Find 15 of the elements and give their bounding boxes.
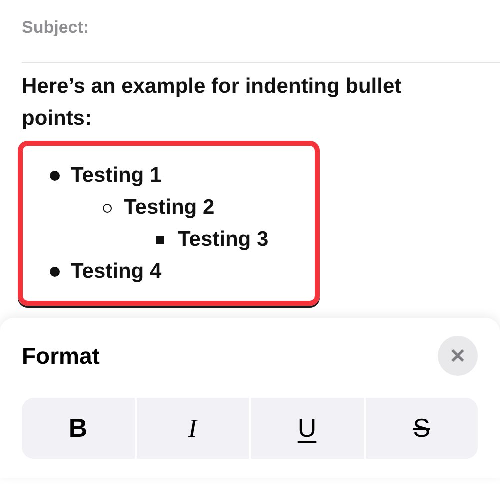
- body-text: Here’s an example for indenting bullet points:: [22, 74, 403, 132]
- disc-bullet-icon: [50, 171, 60, 181]
- circle-bullet-icon: [103, 204, 112, 212]
- subject-label: Subject:: [22, 18, 90, 38]
- bold-button[interactable]: B: [22, 398, 134, 459]
- bullet-text: Testing 2: [124, 195, 215, 221]
- disc-bullet-icon: [50, 267, 60, 277]
- bullet-text: Testing 3: [178, 227, 269, 253]
- sheet-title: Format: [22, 342, 100, 370]
- bullet-text: Testing 1: [71, 163, 162, 189]
- square-bullet-icon: [156, 236, 164, 244]
- italic-button[interactable]: I: [136, 398, 249, 459]
- underline-button[interactable]: U: [251, 398, 364, 459]
- bullet-text: Testing 4: [71, 259, 162, 285]
- strikethrough-button[interactable]: S: [366, 398, 478, 459]
